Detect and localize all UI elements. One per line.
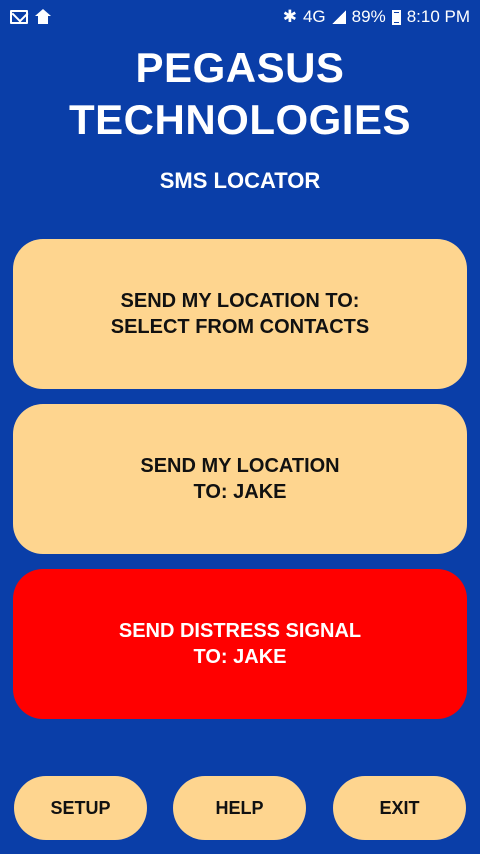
- send-location-contacts-button[interactable]: SEND MY LOCATION TO: SELECT FROM CONTACT…: [13, 239, 467, 389]
- signal-icon: [331, 10, 346, 24]
- app-title-line2: TECHNOLOGIES: [68, 96, 412, 143]
- system-icons: ✱ 4G 89% 8:10 PM: [283, 7, 470, 27]
- send-distress-signal-button[interactable]: SEND DISTRESS SIGNAL TO: JAKE: [13, 569, 467, 719]
- exit-button[interactable]: EXIT: [333, 776, 466, 840]
- button-label-line1: SEND MY LOCATION TO:: [120, 290, 360, 312]
- button-label-line2: TO: JAKE: [193, 646, 287, 668]
- send-location-jake-button[interactable]: SEND MY LOCATION TO: JAKE: [13, 404, 467, 554]
- network-type: 4G: [302, 7, 326, 26]
- help-button[interactable]: HELP: [173, 776, 306, 840]
- button-label-line1: SEND MY LOCATION: [140, 455, 340, 477]
- button-label-line2: SELECT FROM CONTACTS: [110, 316, 370, 338]
- notification-icons: [10, 9, 52, 25]
- mail-icon: [10, 10, 28, 24]
- button-label-line2: TO: JAKE: [193, 481, 287, 503]
- app-title-line1: PEGASUS: [135, 44, 345, 91]
- app-title: PEGASUS TECHNOLOGIES: [0, 42, 480, 146]
- bluetooth-icon: ✱: [282, 7, 297, 26]
- status-bar: ✱ 4G 89% 8:10 PM: [0, 0, 480, 34]
- home-icon: [34, 9, 52, 25]
- battery-icon: [391, 9, 401, 25]
- clock: 8:10 PM: [406, 7, 470, 26]
- button-label-line1: SEND DISTRESS SIGNAL: [118, 620, 362, 642]
- setup-button[interactable]: SETUP: [14, 776, 147, 840]
- battery-percent: 89%: [351, 7, 386, 26]
- app-subtitle: SMS LOCATOR: [159, 168, 321, 193]
